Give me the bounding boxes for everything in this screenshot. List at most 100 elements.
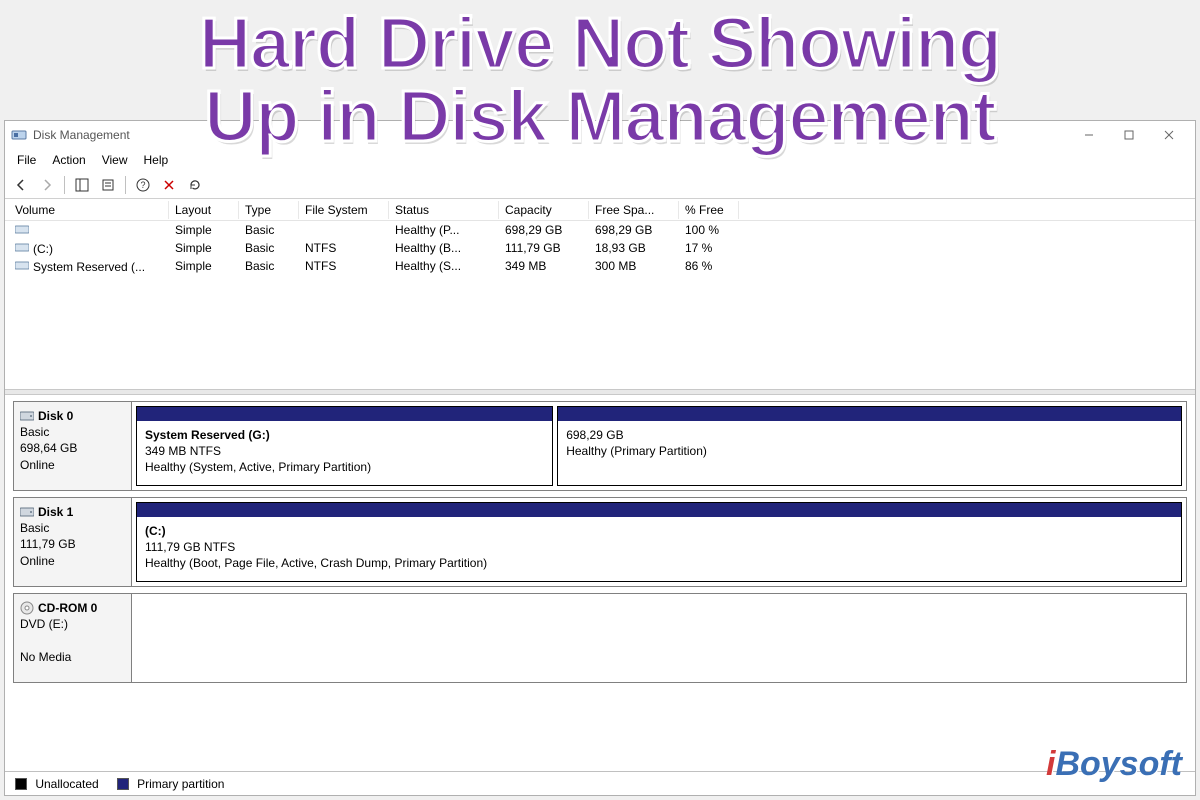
overlay-line-1: Hard Drive Not Showing (0, 8, 1200, 81)
toolbar-separator (125, 176, 126, 194)
cell-type: Basic (239, 222, 299, 238)
volume-name: System Reserved (... (33, 260, 145, 274)
disk-state: Online (20, 553, 125, 569)
volume-list-header[interactable]: Volume Layout Type File System Status Ca… (5, 199, 1195, 221)
optical-drive-icon (20, 601, 34, 615)
cell-layout: Simple (169, 222, 239, 238)
cell-layout: Simple (169, 240, 239, 256)
menu-view[interactable]: View (94, 151, 136, 169)
cell-filesystem: NTFS (299, 240, 389, 256)
minimize-button[interactable] (1069, 123, 1109, 147)
disk-size: 111,79 GB (20, 536, 125, 552)
partition[interactable]: (C:)111,79 GB NTFSHealthy (Boot, Page Fi… (136, 502, 1182, 582)
legend-swatch-black-icon (15, 778, 27, 790)
menu-action[interactable]: Action (44, 151, 93, 169)
legend-swatch-blue-icon (117, 778, 129, 790)
partition[interactable]: System Reserved (G:)349 MB NTFSHealthy (… (136, 406, 553, 486)
partition-size: 111,79 GB NTFS (145, 539, 1173, 555)
col-header-filesystem[interactable]: File System (299, 201, 389, 219)
drive-icon (15, 259, 29, 271)
help-button[interactable]: ? (131, 174, 155, 196)
menu-help[interactable]: Help (136, 151, 177, 169)
legend-bar: Unallocated Primary partition (5, 771, 1195, 795)
partition-title: System Reserved (G:) (145, 427, 544, 443)
cell-status: Healthy (P... (389, 222, 499, 238)
volume-row[interactable]: System Reserved (...SimpleBasicNTFSHealt… (5, 257, 1195, 275)
partition-status: Healthy (Boot, Page File, Active, Crash … (145, 555, 1173, 571)
maximize-button[interactable] (1109, 123, 1149, 147)
cell-capacity: 111,79 GB (499, 240, 589, 256)
cell-filesystem: NTFS (299, 258, 389, 274)
volume-name: (C:) (33, 242, 53, 256)
menubar: File Action View Help (5, 149, 1195, 171)
cell-filesystem (299, 229, 389, 231)
col-header-layout[interactable]: Layout (169, 201, 239, 219)
disk-kind: DVD (E:) (20, 616, 125, 632)
cell-pctfree: 86 % (679, 258, 739, 274)
menu-file[interactable]: File (9, 151, 44, 169)
disk-row[interactable]: CD-ROM 0DVD (E:) No Media (13, 593, 1187, 683)
disk-row[interactable]: Disk 0Basic698,64 GBOnline System Reserve… (13, 401, 1187, 491)
toolbar: ? (5, 171, 1195, 199)
volume-row[interactable]: SimpleBasicHealthy (P...698,29 GB698,29 … (5, 221, 1195, 239)
cell-capacity: 698,29 GB (499, 222, 589, 238)
col-header-status[interactable]: Status (389, 201, 499, 219)
hard-disk-icon (20, 410, 34, 422)
disk-management-icon (11, 127, 27, 143)
partition-stripe (558, 407, 1181, 421)
forward-button[interactable] (35, 174, 59, 196)
graphical-view-pane[interactable]: Disk 0Basic698,64 GBOnlineSystem Reserve… (5, 395, 1195, 771)
disk-name: Disk 1 (38, 504, 73, 520)
properties-button[interactable] (96, 174, 120, 196)
cell-free: 698,29 GB (589, 222, 679, 238)
col-header-type[interactable]: Type (239, 201, 299, 219)
volume-list-pane[interactable]: Volume Layout Type File System Status Ca… (5, 199, 1195, 389)
partition-stripe (137, 503, 1181, 517)
window-title: Disk Management (33, 128, 130, 142)
legend-unallocated-label: Unallocated (35, 777, 98, 791)
cell-pctfree: 100 % (679, 222, 739, 238)
cell-pctfree: 17 % (679, 240, 739, 256)
cell-free: 18,93 GB (589, 240, 679, 256)
disk-name: Disk 0 (38, 408, 73, 424)
cell-capacity: 349 MB (499, 258, 589, 274)
show-hide-tree-button[interactable] (70, 174, 94, 196)
disk-state: Online (20, 457, 125, 473)
hard-disk-icon (20, 506, 34, 518)
col-header-capacity[interactable]: Capacity (499, 201, 589, 219)
legend-primary-label: Primary partition (137, 777, 224, 791)
disk-size: 698,64 GB (20, 440, 125, 456)
cell-layout: Simple (169, 258, 239, 274)
partition-container (132, 594, 1186, 682)
drive-icon (15, 223, 29, 235)
disk-management-window: Disk Management File Action View Help ? … (4, 120, 1196, 796)
titlebar: Disk Management (5, 121, 1195, 149)
disk-state: No Media (20, 649, 125, 665)
col-header-pctfree[interactable]: % Free (679, 201, 739, 219)
partition-size: 698,29 GB (566, 427, 1173, 443)
partition-title: (C:) (145, 523, 1173, 539)
window-controls (1069, 123, 1189, 147)
toolbar-separator (64, 176, 65, 194)
cell-free: 300 MB (589, 258, 679, 274)
col-header-free[interactable]: Free Spa... (589, 201, 679, 219)
close-button[interactable] (1149, 123, 1189, 147)
volume-row[interactable]: (C:)SimpleBasicNTFSHealthy (B...111,79 G… (5, 239, 1195, 257)
back-button[interactable] (9, 174, 33, 196)
partition-container: (C:)111,79 GB NTFSHealthy (Boot, Page Fi… (132, 498, 1186, 586)
delete-button[interactable] (157, 174, 181, 196)
cell-type: Basic (239, 240, 299, 256)
svg-text:?: ? (140, 180, 145, 190)
disk-row[interactable]: Disk 1Basic111,79 GBOnline(C:)111,79 GB … (13, 497, 1187, 587)
drive-icon (15, 241, 29, 253)
col-header-volume[interactable]: Volume (9, 201, 169, 219)
disk-kind: Basic (20, 424, 125, 440)
partition-size: 349 MB NTFS (145, 443, 544, 459)
legend-unallocated: Unallocated (15, 777, 99, 791)
disk-info: CD-ROM 0DVD (E:) No Media (14, 594, 132, 682)
legend-primary: Primary partition (117, 777, 225, 791)
partition[interactable]: 698,29 GBHealthy (Primary Partition) (557, 406, 1182, 486)
refresh-button[interactable] (183, 174, 207, 196)
partition-container: System Reserved (G:)349 MB NTFSHealthy (… (132, 402, 1186, 490)
disk-info: Disk 1Basic111,79 GBOnline (14, 498, 132, 586)
